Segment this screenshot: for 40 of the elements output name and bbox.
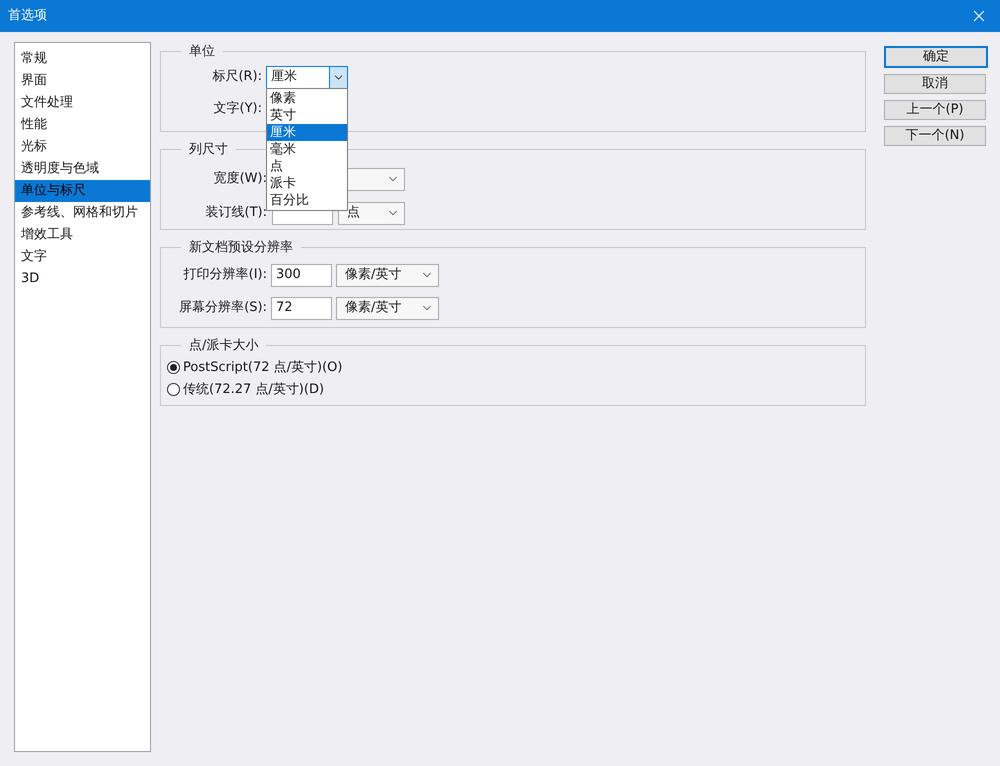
unit-select[interactable]: 点: [338, 202, 405, 224]
window-title: 首选项: [8, 7, 47, 26]
category-item[interactable]: 光标: [15, 136, 150, 158]
dropdown-option[interactable]: 像素: [267, 90, 347, 107]
dialog-button[interactable]: 取消: [884, 74, 986, 94]
field-label: 屏幕分辨率(S):: [178, 299, 267, 318]
group-title: 单位: [188, 43, 216, 61]
category-item[interactable]: 文件处理: [15, 92, 150, 114]
group-title: 点/派卡大小: [188, 337, 260, 355]
input-field[interactable]: 72: [271, 296, 332, 320]
field-label: 宽度(W):: [212, 170, 267, 188]
dropdown-option[interactable]: 英寸: [267, 107, 347, 124]
dropdown-option[interactable]: 派卡: [267, 175, 347, 192]
dropdown-option[interactable]: 毫米: [267, 141, 347, 158]
unit-select[interactable]: 像素/英寸: [336, 296, 439, 320]
category-item[interactable]: 单位与标尺: [15, 180, 150, 202]
category-item[interactable]: 3D: [15, 268, 150, 290]
ruler-unit-select[interactable]: 厘米: [266, 66, 348, 88]
dialog-button[interactable]: 上一个(P): [884, 100, 986, 120]
category-item[interactable]: 增效工具: [15, 224, 150, 246]
category-item[interactable]: 界面: [15, 70, 150, 92]
category-item[interactable]: 透明度与色域: [15, 158, 150, 180]
radio-option[interactable]: PostScript(72 点/英寸)(O): [167, 358, 857, 377]
input-field[interactable]: 300: [271, 264, 332, 286]
field-label: 装订线(T):: [204, 204, 267, 222]
dialog-button[interactable]: 下一个(N): [884, 126, 986, 146]
group-title: 新文档预设分辨率: [188, 239, 294, 257]
field-label: 打印分辨率(I):: [182, 266, 267, 284]
category-item[interactable]: 参考线、网格和切片: [15, 202, 150, 224]
dialog-button[interactable]: 确定: [884, 46, 988, 68]
dropdown-option[interactable]: 点: [267, 158, 347, 175]
unit-select[interactable]: 像素/英寸: [336, 264, 439, 286]
category-item[interactable]: 性能: [15, 114, 150, 136]
group-title: 列尺寸: [188, 141, 229, 159]
dropdown-option[interactable]: 厘米: [267, 124, 347, 141]
category-item[interactable]: 文字: [15, 246, 150, 268]
field-label: 文字(Y):: [212, 100, 263, 118]
category-item[interactable]: 常规: [15, 48, 150, 70]
field-label: 标尺(R):: [211, 68, 263, 86]
radio-option[interactable]: 传统(72.27 点/英寸)(D): [167, 380, 857, 400]
